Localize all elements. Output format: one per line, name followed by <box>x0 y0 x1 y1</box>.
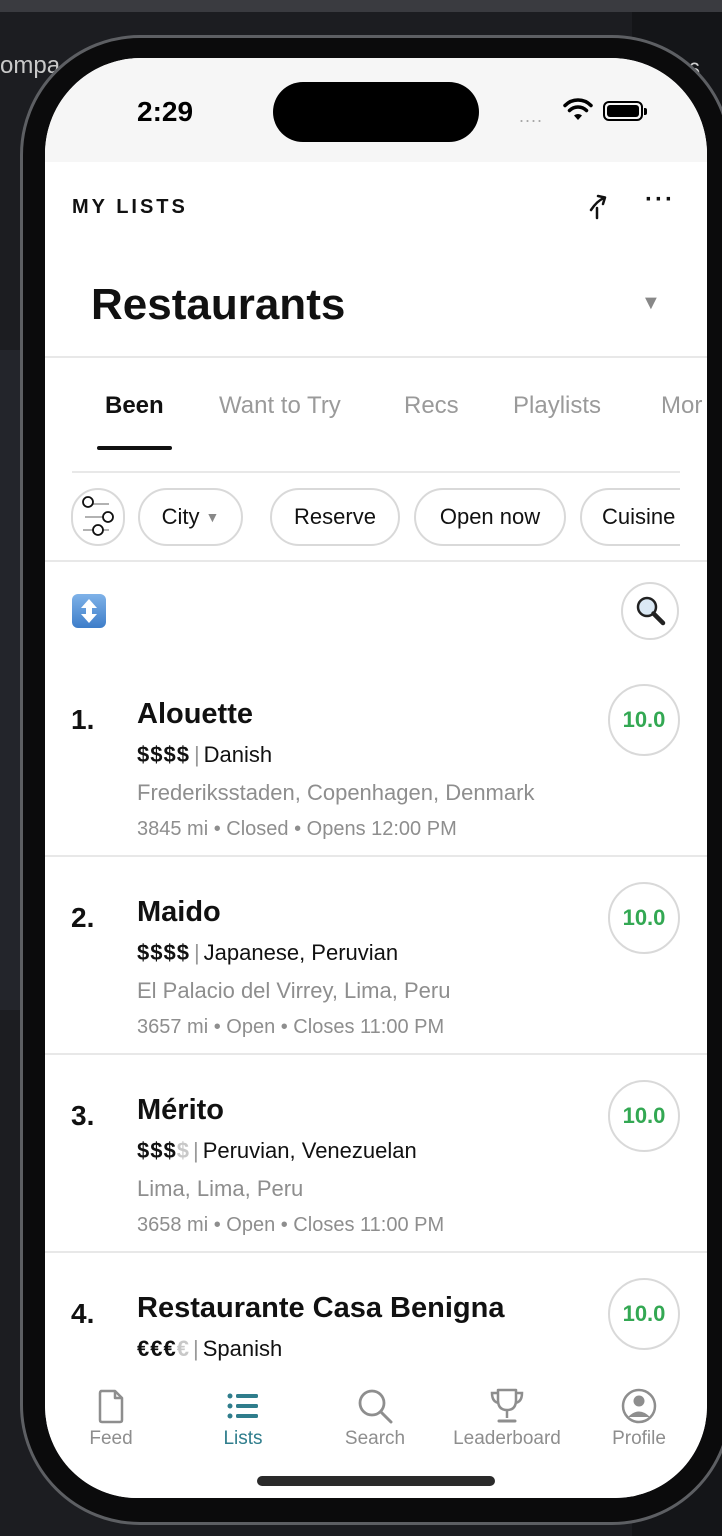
tabbar-label: Profile <box>612 1428 666 1449</box>
tabbar-leaderboard[interactable]: Leaderboard <box>441 1370 573 1450</box>
list-icon <box>227 1393 258 1419</box>
magnifying-glass-icon <box>636 596 666 626</box>
item-price-dim: $ <box>176 1138 189 1163</box>
filter-chip-cuisine[interactable]: Cuisine <box>580 488 680 546</box>
item-score[interactable]: 10.0 <box>608 882 680 954</box>
filter-chip-reserve[interactable]: Reserve <box>270 488 400 546</box>
item-price-cuisine: $$$$ | Peruvian, Venezuelan <box>137 1138 417 1163</box>
item-price: €€€ <box>137 1336 177 1361</box>
tabbar-lists[interactable]: Lists <box>177 1370 309 1450</box>
item-rank: 1. <box>71 704 95 735</box>
divider <box>45 855 707 857</box>
item-price-cuisine: $$$$ | Japanese, Peruvian <box>137 940 399 965</box>
item-score[interactable]: 10.0 <box>608 1080 680 1152</box>
dynamic-island <box>273 82 479 142</box>
item-score[interactable]: 10.0 <box>608 1278 680 1350</box>
divider <box>45 1053 707 1055</box>
item-price-cuisine: $$$$ | Danish <box>137 742 273 767</box>
up-down-arrow-icon[interactable] <box>72 594 106 628</box>
item-price: $$$$ <box>137 742 190 767</box>
person-circle-icon <box>621 1388 657 1424</box>
item-hours: 3658 mi • Open • Closes 11:00 PM <box>137 1214 445 1236</box>
tabbar-label: Search <box>344 1428 406 1449</box>
list-item[interactable]: 3. Mérito $$$$ | Peruvian, Venezuelan Lima… <box>45 1066 707 1264</box>
divider <box>45 356 707 358</box>
chip-label: Open now <box>439 504 541 529</box>
tabbar-label: Leaderboard <box>453 1428 561 1449</box>
item-price: $$$ <box>137 1138 177 1163</box>
item-cuisine: Danish <box>203 742 273 767</box>
item-rank: 2. <box>71 902 95 933</box>
background-window-topbar <box>0 0 722 12</box>
item-cuisine: Japanese, Peruvian <box>203 940 399 965</box>
item-price-cuisine: €€€€ | Spanish <box>137 1336 283 1361</box>
item-cuisine: Peruvian, Venezuelan <box>202 1138 417 1163</box>
section-label: MY LISTS <box>72 196 188 218</box>
filter-chip-city[interactable]: City ▼ <box>138 488 243 546</box>
item-price: $$$$ <box>137 940 190 965</box>
sliders-icon[interactable] <box>71 488 125 546</box>
item-location: El Palacio del Virrey, Lima, Peru <box>137 978 451 1003</box>
search-icon <box>358 1389 393 1424</box>
tabs-divider <box>72 471 680 473</box>
tabbar-label: Feed <box>89 1428 133 1449</box>
item-name[interactable]: Mérito <box>137 1094 224 1127</box>
item-score[interactable]: 10.0 <box>608 684 680 756</box>
tab-playlists[interactable]: Playlists <box>513 392 601 420</box>
chevron-down-icon[interactable]: ▼ <box>641 292 661 315</box>
active-tab-indicator <box>97 446 172 450</box>
search-button[interactable] <box>621 582 679 640</box>
list-title[interactable]: Restaurants <box>91 280 345 330</box>
item-location: Frederiksstaden, Copenhagen, Denmark <box>137 780 535 805</box>
home-indicator[interactable] <box>257 1476 495 1486</box>
list-item[interactable]: 2. Maido $$$$ | Japanese, Peruvian El Pala… <box>45 868 707 1066</box>
filter-chips-scroller[interactable]: City ▼ Reserve Open now Cuisine <box>45 488 680 548</box>
item-hours: 3845 mi • Closed • Opens 12:00 PM <box>137 818 457 840</box>
chip-label: Cuisine <box>602 504 676 529</box>
tab-recs[interactable]: Recs <box>404 392 459 420</box>
item-name[interactable]: Restaurante Casa Benigna <box>137 1292 504 1325</box>
tabbar-feed[interactable]: Feed <box>45 1370 177 1450</box>
item-location: Lima, Lima, Peru <box>137 1176 304 1201</box>
item-hours: 3657 mi • Open • Closes 11:00 PM <box>137 1016 445 1038</box>
share-arrow-icon[interactable] <box>585 190 615 222</box>
tabbar-search[interactable]: Search <box>309 1370 441 1450</box>
tab-been[interactable]: Been <box>105 392 164 420</box>
status-bar: 2:29 .... <box>45 58 707 162</box>
document-icon <box>98 1389 124 1424</box>
app-screen: 2:29 .... MY LISTS ··· Restaurants ▼ Bee… <box>45 58 707 1498</box>
item-cuisine: Spanish <box>202 1336 283 1361</box>
wifi-icon <box>563 98 593 120</box>
filter-chip-open-now[interactable]: Open now <box>414 488 566 546</box>
tab-want-to-try[interactable]: Want to Try <box>219 392 341 420</box>
item-price-dim: € <box>176 1336 189 1361</box>
filter-row: City ▼ Reserve Open now Cuisine <box>45 488 707 548</box>
item-rank: 3. <box>71 1100 95 1131</box>
battery-icon <box>603 101 647 121</box>
chevron-down-icon: ▼ <box>205 509 220 525</box>
list-item[interactable]: 1. Alouette $$$$ | Danish Frederiksstaden,… <box>45 670 707 868</box>
tab-more[interactable]: Mor <box>661 392 702 420</box>
trophy-icon <box>490 1388 524 1423</box>
divider <box>45 1251 707 1253</box>
chip-label: City <box>161 504 200 529</box>
item-name[interactable]: Alouette <box>137 698 253 731</box>
status-time: 2:29 <box>137 96 194 127</box>
signal-icon: .... <box>519 106 544 126</box>
tabbar-label: Lists <box>223 1428 263 1449</box>
item-name[interactable]: Maido <box>137 896 221 929</box>
divider <box>45 560 707 562</box>
chip-label: Reserve <box>294 504 376 529</box>
item-rank: 4. <box>71 1298 95 1329</box>
tabbar-profile[interactable]: Profile <box>573 1370 705 1450</box>
ellipsis-icon[interactable]: ··· <box>645 186 675 214</box>
